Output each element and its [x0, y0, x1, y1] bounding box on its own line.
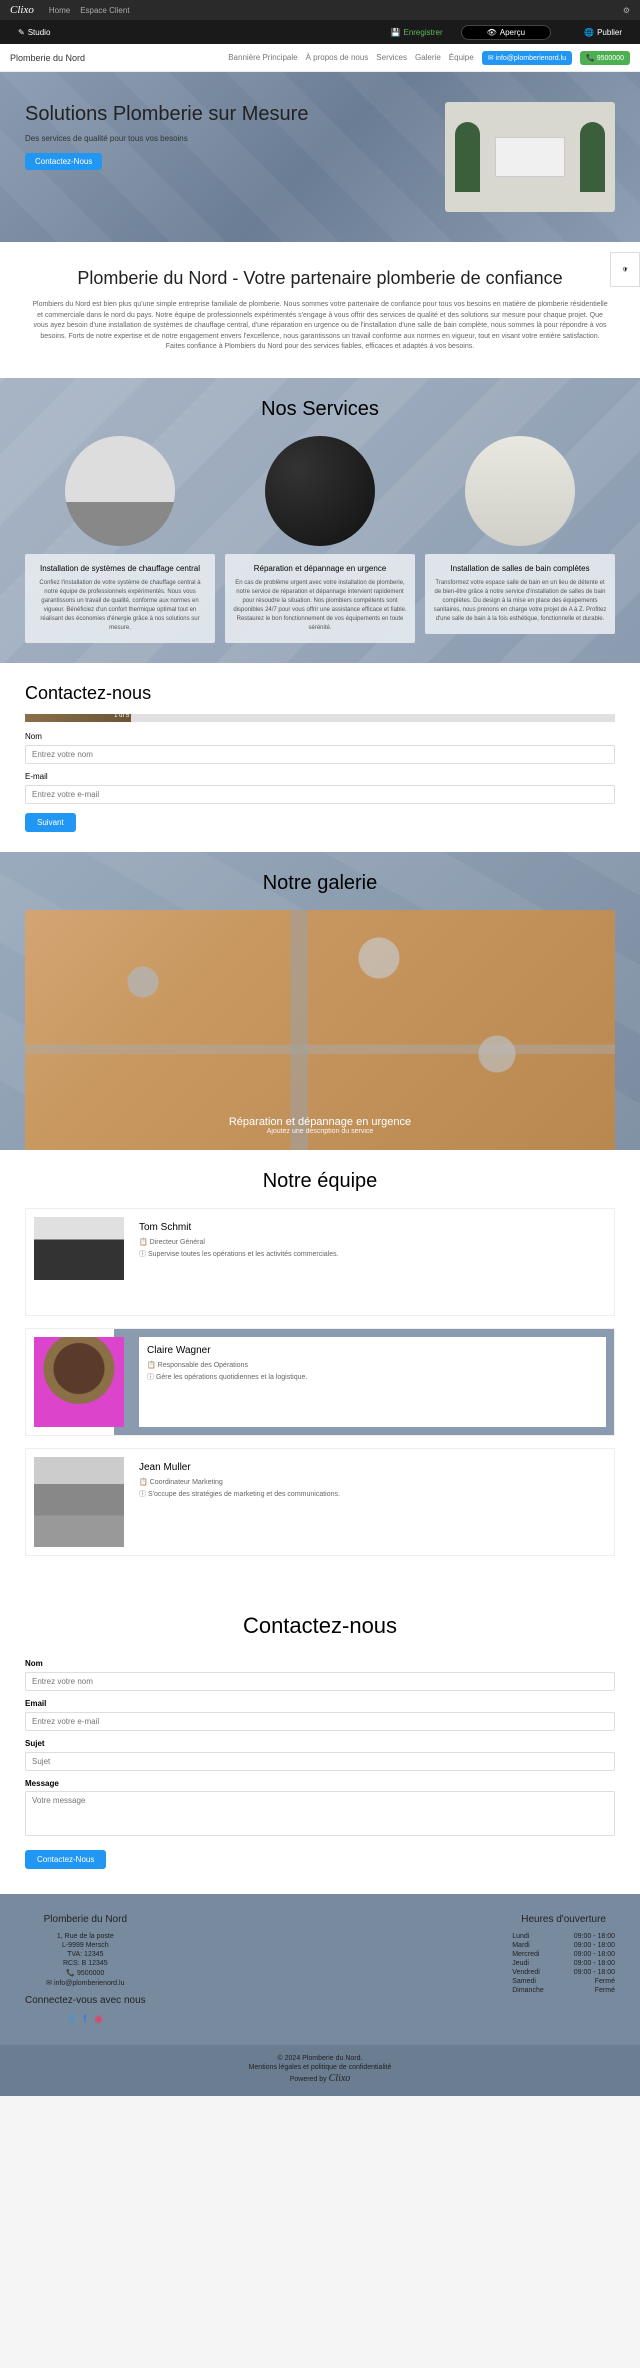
service-image — [465, 436, 575, 546]
settings-icon[interactable]: ⚙ — [623, 6, 630, 15]
contact-form-2: Contactez-nous Nom Email Sujet Message C… — [0, 1588, 640, 1894]
member-photo — [34, 1457, 124, 1547]
gallery-title: Notre galerie — [25, 872, 615, 895]
email-button[interactable]: ✉ info@plomberienord.lu — [482, 51, 572, 65]
app-topbar: Clixo Home Espace Client ⚙ — [0, 0, 640, 20]
nav-link[interactable]: Bannière Principale — [228, 53, 297, 62]
email-input[interactable] — [25, 785, 615, 804]
site-brand: Plomberie du Nord — [10, 53, 85, 63]
team-member: Claire Wagner📋 Responsable des Opération… — [25, 1328, 615, 1436]
email-input[interactable] — [25, 1712, 615, 1731]
message-input[interactable] — [25, 1791, 615, 1836]
phone-button[interactable]: 📞 9500000 — [580, 51, 630, 65]
member-photo — [34, 1217, 124, 1307]
team-title: Notre équipe — [25, 1170, 615, 1193]
hero-section: Solutions Plomberie sur Mesure Des servi… — [0, 72, 640, 242]
twitter-icon[interactable]: 𝕏 — [68, 2014, 76, 2025]
intro-title: Plomberie du Nord - Votre partenaire plo… — [30, 267, 610, 290]
app-logo: Clixo — [10, 4, 34, 16]
team-section: Notre équipe Tom Schmit📋 Directeur Génér… — [0, 1150, 640, 1588]
studio-button[interactable]: ✎ Studio — [10, 26, 58, 39]
nom-input[interactable] — [25, 1672, 615, 1691]
recaptcha-badge: 🛡 — [610, 252, 640, 287]
site-navbar: Plomberie du Nord Bannière Principale À … — [0, 44, 640, 72]
services-section: Nos Services Installation de systèmes de… — [0, 378, 640, 663]
intro-text: Plombiers du Nord est bien plus qu'une s… — [30, 300, 610, 353]
contact-form-1: Contactez-nous 1 of 5 Nom E-mail Suivant — [0, 663, 640, 852]
opening-hours: Lundi09:00 - 18:00Mardi09:00 - 18:00Merc… — [512, 1933, 615, 1994]
service-card: Installation de systèmes de chauffage ce… — [25, 436, 215, 643]
service-card: Réparation et dépannage en urgenceEn cas… — [225, 436, 415, 643]
contact2-title: Contactez-nous — [25, 1613, 615, 1639]
publish-button[interactable]: 🌐 Publier — [576, 26, 630, 39]
team-member: Tom Schmit📋 Directeur Généralⓘ Supervise… — [25, 1208, 615, 1316]
team-member: Jean Muller📋 Coordinateur Marketingⓘ S'o… — [25, 1448, 615, 1556]
footer: Plomberie du Nord 1, Rue de la poste L-9… — [0, 1894, 640, 2045]
hero-cta-button[interactable]: Contactez-Nous — [25, 153, 102, 170]
nav-link[interactable]: Services — [376, 53, 407, 62]
progress-bar: 1 of 5 — [25, 714, 615, 722]
nav-link[interactable]: Équipe — [449, 53, 474, 62]
nav-home[interactable]: Home — [49, 6, 70, 15]
editor-toolbar: ✎ Studio 💾 Enregistrer 👁 Aperçu 🌐 Publie… — [0, 20, 640, 44]
instagram-icon[interactable]: ◉ — [94, 2014, 103, 2025]
nav-link[interactable]: À propos de nous — [306, 53, 369, 62]
contact-submit-button[interactable]: Contactez-Nous — [25, 1850, 106, 1869]
intro-section: Plomberie du Nord - Votre partenaire plo… — [0, 242, 640, 378]
member-photo — [34, 1337, 124, 1427]
hero-title: Solutions Plomberie sur Mesure — [25, 102, 425, 126]
nom-input[interactable] — [25, 745, 615, 764]
facebook-icon[interactable]: f — [84, 2014, 87, 2025]
hero-image — [445, 102, 615, 212]
sujet-input[interactable] — [25, 1752, 615, 1771]
contact1-title: Contactez-nous — [25, 683, 615, 704]
service-card: Installation de salles de bain complètes… — [425, 436, 615, 643]
nav-link[interactable]: Galerie — [415, 53, 441, 62]
service-image — [265, 436, 375, 546]
footer-bottom: © 2024 Plomberie du Nord. Mentions légal… — [0, 2045, 640, 2096]
hero-subtitle: Des services de qualité pour tous vos be… — [25, 134, 425, 143]
service-image — [65, 436, 175, 546]
services-title: Nos Services — [25, 398, 615, 421]
legal-link[interactable]: Mentions légales et politique de confide… — [10, 2064, 630, 2071]
next-button[interactable]: Suivant — [25, 813, 76, 832]
save-button[interactable]: 💾 Enregistrer — [383, 26, 451, 39]
gallery-image: Réparation et dépannage en urgence Ajout… — [25, 910, 615, 1150]
nav-espace-client[interactable]: Espace Client — [80, 6, 129, 15]
preview-button[interactable]: 👁 Aperçu — [461, 25, 552, 40]
gallery-section: Notre galerie Réparation et dépannage en… — [0, 852, 640, 1150]
